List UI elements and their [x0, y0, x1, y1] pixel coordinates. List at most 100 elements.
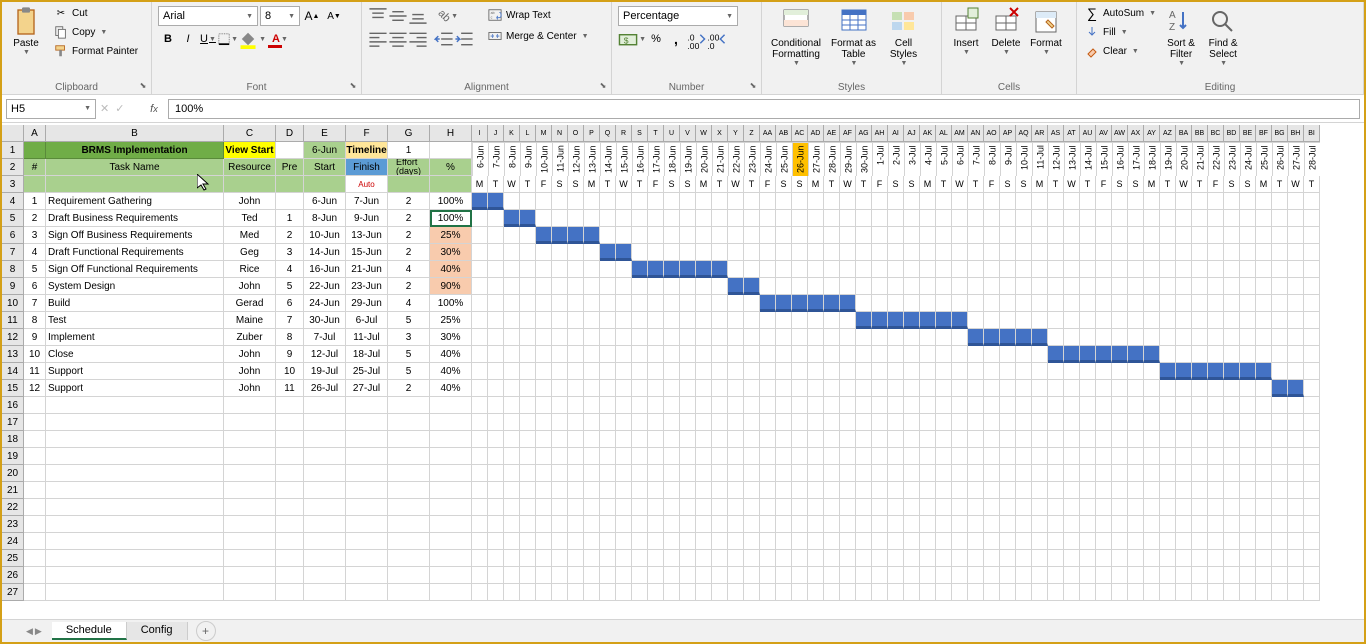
gantt-cell[interactable] — [488, 295, 504, 312]
gantt-cell[interactable] — [1192, 380, 1208, 397]
gantt-dow[interactable]: T — [1272, 176, 1288, 193]
gantt-cell[interactable] — [1208, 193, 1224, 210]
gantt-cell[interactable] — [584, 533, 600, 550]
gantt-cell[interactable] — [1240, 261, 1256, 278]
row-header[interactable]: 2 — [2, 159, 24, 176]
gantt-cell[interactable] — [728, 516, 744, 533]
gantt-cell[interactable] — [536, 346, 552, 363]
gantt-cell[interactable] — [1112, 465, 1128, 482]
gantt-cell[interactable] — [504, 397, 520, 414]
gantt-cell[interactable] — [1272, 346, 1288, 363]
gantt-cell[interactable] — [1224, 312, 1240, 329]
col-header[interactable]: AS — [1048, 125, 1064, 142]
gantt-dow[interactable]: S — [888, 176, 904, 193]
gantt-cell[interactable] — [520, 516, 536, 533]
gantt-cell[interactable] — [488, 363, 504, 380]
gantt-date-header[interactable]: 7-Jul — [968, 142, 984, 176]
task-pct[interactable]: 25% — [430, 227, 472, 244]
gantt-dow[interactable]: T — [856, 176, 872, 193]
gantt-cell[interactable] — [664, 193, 680, 210]
gantt-cell[interactable] — [920, 516, 936, 533]
gantt-cell[interactable] — [936, 584, 952, 601]
gantt-cell[interactable] — [936, 414, 952, 431]
gantt-cell[interactable] — [696, 431, 712, 448]
gantt-cell[interactable] — [920, 346, 936, 363]
gantt-cell[interactable] — [1016, 380, 1032, 397]
col-header[interactable]: F — [346, 125, 388, 142]
header-task[interactable]: Task Name — [46, 159, 224, 176]
gantt-cell[interactable] — [856, 329, 872, 346]
gantt-cell[interactable] — [712, 533, 728, 550]
gantt-cell[interactable] — [1096, 312, 1112, 329]
gantt-cell[interactable] — [872, 329, 888, 346]
gantt-cell[interactable] — [1304, 533, 1320, 550]
col-header[interactable]: BC — [1208, 125, 1224, 142]
gantt-cell[interactable] — [1192, 414, 1208, 431]
gantt-cell[interactable] — [1128, 261, 1144, 278]
gantt-cell[interactable] — [1080, 244, 1096, 261]
gantt-cell[interactable] — [504, 465, 520, 482]
gantt-cell[interactable] — [776, 312, 792, 329]
gantt-cell[interactable] — [488, 431, 504, 448]
cell[interactable] — [46, 584, 224, 601]
gantt-cell[interactable] — [1064, 312, 1080, 329]
col-header[interactable]: BF — [1256, 125, 1272, 142]
gantt-cell[interactable] — [952, 414, 968, 431]
gantt-cell[interactable] — [968, 312, 984, 329]
gantt-cell[interactable] — [648, 414, 664, 431]
gantt-cell[interactable] — [1048, 516, 1064, 533]
gantt-cell[interactable] — [760, 567, 776, 584]
gantt-cell[interactable] — [824, 414, 840, 431]
gantt-cell[interactable] — [776, 278, 792, 295]
gantt-cell[interactable] — [488, 261, 504, 278]
gantt-cell[interactable] — [1192, 295, 1208, 312]
gantt-cell[interactable] — [472, 584, 488, 601]
gantt-cell[interactable] — [1224, 482, 1240, 499]
gantt-cell[interactable] — [744, 346, 760, 363]
gantt-cell[interactable] — [520, 533, 536, 550]
gantt-cell[interactable] — [1112, 261, 1128, 278]
gantt-cell[interactable] — [712, 567, 728, 584]
gantt-cell[interactable] — [504, 312, 520, 329]
gantt-date-header[interactable]: 13-Jul — [1064, 142, 1080, 176]
gantt-cell[interactable] — [568, 550, 584, 567]
gantt-cell[interactable] — [760, 499, 776, 516]
decrease-font-button[interactable]: A▼ — [324, 6, 344, 26]
gantt-cell[interactable] — [1208, 363, 1224, 380]
gantt-cell[interactable] — [1304, 465, 1320, 482]
gantt-cell[interactable] — [712, 380, 728, 397]
gantt-cell[interactable] — [824, 227, 840, 244]
gantt-cell[interactable] — [1016, 414, 1032, 431]
gantt-cell[interactable] — [1064, 329, 1080, 346]
increase-decimal-button[interactable]: .0.00 — [686, 29, 706, 49]
gantt-cell[interactable] — [696, 346, 712, 363]
gantt-cell[interactable] — [1304, 550, 1320, 567]
gantt-cell[interactable] — [840, 244, 856, 261]
col-header[interactable]: C — [224, 125, 276, 142]
gantt-cell[interactable] — [1080, 414, 1096, 431]
gantt-cell[interactable] — [520, 550, 536, 567]
gantt-cell[interactable] — [680, 431, 696, 448]
gantt-cell[interactable] — [1128, 346, 1144, 363]
gantt-cell[interactable] — [552, 499, 568, 516]
gantt-cell[interactable] — [888, 295, 904, 312]
task-start[interactable]: 7-Jul — [304, 329, 346, 346]
gantt-cell[interactable] — [1064, 244, 1080, 261]
gantt-cell[interactable] — [1128, 278, 1144, 295]
col-header[interactable]: A — [24, 125, 46, 142]
gantt-cell[interactable] — [552, 448, 568, 465]
gantt-cell[interactable] — [760, 278, 776, 295]
gantt-cell[interactable] — [1288, 465, 1304, 482]
gantt-cell[interactable] — [1160, 482, 1176, 499]
gantt-cell[interactable] — [952, 448, 968, 465]
gantt-cell[interactable] — [536, 448, 552, 465]
gantt-cell[interactable] — [632, 397, 648, 414]
gantt-cell[interactable] — [920, 533, 936, 550]
gantt-cell[interactable] — [776, 210, 792, 227]
gantt-cell[interactable] — [1272, 261, 1288, 278]
gantt-dow[interactable]: F — [760, 176, 776, 193]
gantt-cell[interactable] — [760, 584, 776, 601]
cell[interactable] — [276, 584, 304, 601]
row-header[interactable]: 5 — [2, 210, 24, 227]
task-finish[interactable]: 9-Jun — [346, 210, 388, 227]
